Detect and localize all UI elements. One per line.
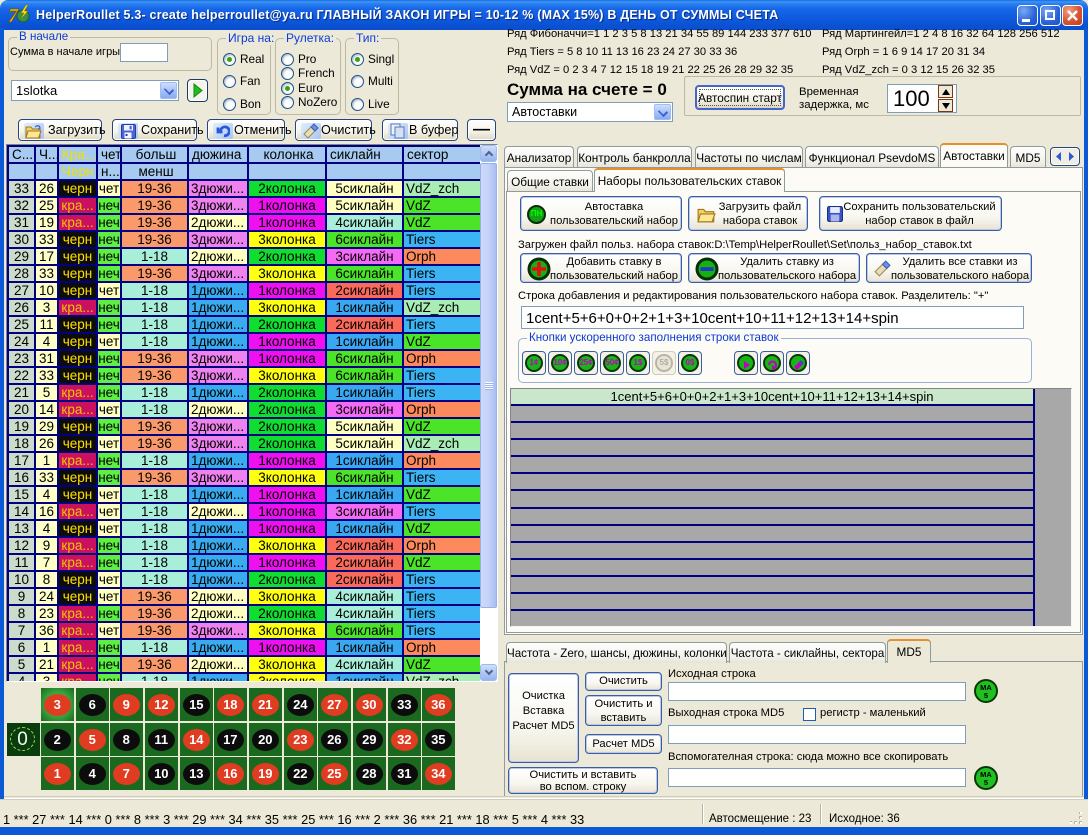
svg-text:5: 5 [984,778,988,787]
svg-text:5: 5 [984,691,988,700]
